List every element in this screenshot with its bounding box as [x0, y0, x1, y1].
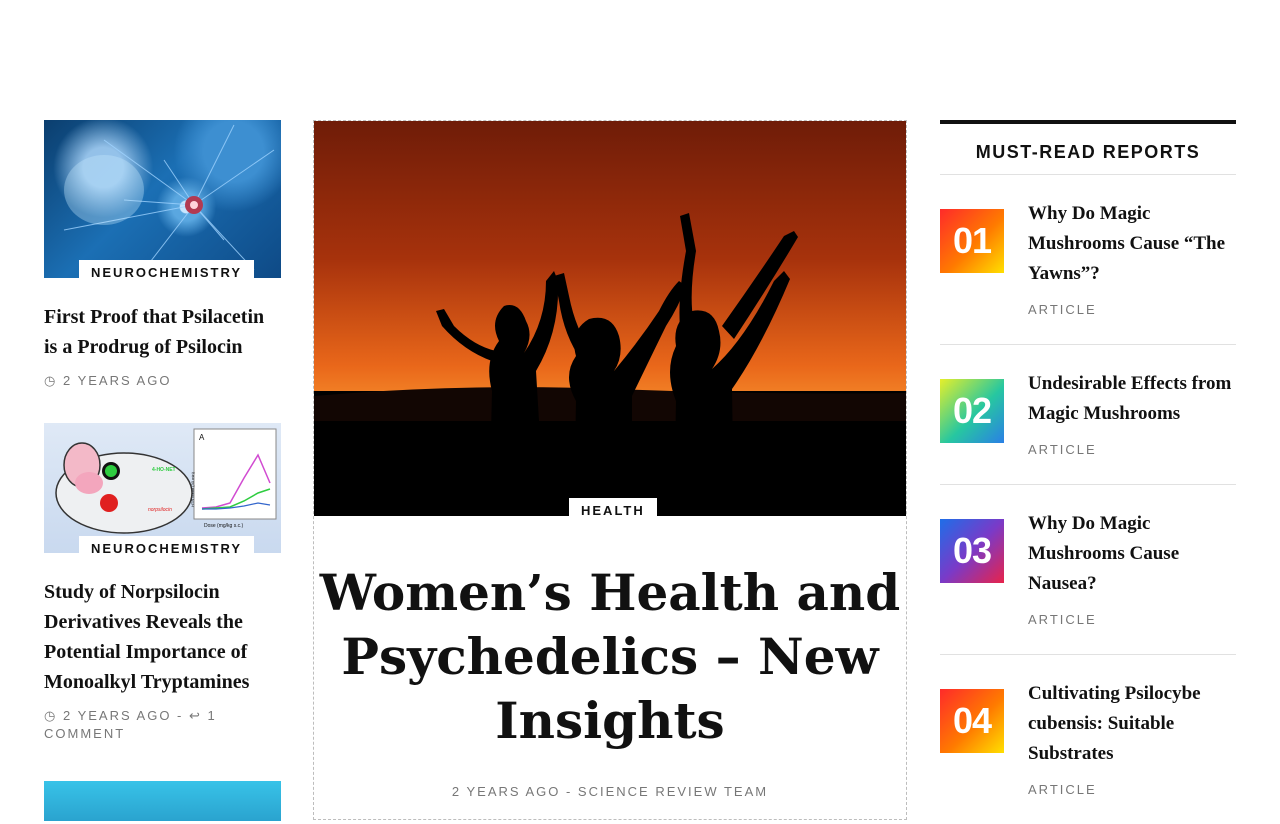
report-title[interactable]: Why Do Magic Mushrooms Cause Nausea? — [1028, 509, 1236, 599]
left-column: NEUROCHEMISTRY First Proof that Psilacet… — [44, 120, 281, 821]
figure-norpsilocin-label: norpsilocin — [148, 507, 172, 513]
report-number: 03 — [940, 519, 1004, 583]
report-title[interactable]: Why Do Magic Mushrooms Cause “The Yawns”… — [1028, 199, 1236, 289]
featured-title[interactable]: Women’s Health and Psychedelics – New In… — [314, 561, 906, 753]
report-item: 03 Why Do Magic Mushrooms Cause Nausea? … — [940, 485, 1236, 655]
report-title[interactable]: Cultivating Psilocybe cubensis: Suitable… — [1028, 679, 1236, 769]
report-item: 02 Undesirable Effects from Magic Mushro… — [940, 345, 1236, 485]
featured-post: HEALTH Women’s Health and Psychedelics –… — [313, 120, 907, 820]
figure-panel-label: A — [199, 433, 205, 442]
post-thumbnail-neuron[interactable] — [44, 120, 281, 278]
sidebar-heading: MUST-READ REPORTS — [940, 120, 1236, 175]
post-thumbnail[interactable] — [44, 781, 281, 821]
report-item: 04 Cultivating Psilocybe cubensis: Suita… — [940, 655, 1236, 824]
silhouette-illustration — [314, 213, 906, 516]
meta-separator: - — [171, 708, 189, 723]
figure-x-label: Dose (mg/kg s.c.) — [204, 523, 244, 529]
category-badge[interactable]: HEALTH — [569, 498, 657, 522]
must-read-sidebar: MUST-READ REPORTS 01 Why Do Magic Mushro… — [940, 120, 1236, 824]
reply-icon: ↩ — [189, 708, 202, 723]
report-title[interactable]: Undesirable Effects from Magic Mushrooms — [1028, 369, 1236, 429]
report-number: 02 — [940, 379, 1004, 443]
clock-icon: ◷ — [44, 708, 58, 723]
report-tag[interactable]: ARTICLE — [1028, 442, 1097, 457]
report-tag[interactable]: ARTICLE — [1028, 782, 1097, 797]
post-meta: ◷ 2 YEARS AGO — [44, 372, 281, 390]
report-tag[interactable]: ARTICLE — [1028, 302, 1097, 317]
author-link[interactable]: SCIENCE REVIEW TEAM — [578, 784, 768, 799]
post-card: A Dose (mg/kg s.c.) HTR count (30 min) 4… — [44, 423, 281, 743]
clock-icon: ◷ — [44, 373, 58, 388]
post-time: 2 YEARS AGO — [62, 373, 172, 388]
post-time: 2 YEARS AGO — [451, 784, 561, 799]
report-item: 01 Why Do Magic Mushrooms Cause “The Yaw… — [940, 175, 1236, 345]
report-number: 01 — [940, 209, 1004, 273]
post-thumbnail-norpsilocin[interactable]: A Dose (mg/kg s.c.) HTR count (30 min) 4… — [44, 423, 281, 553]
report-number: 04 — [940, 689, 1004, 753]
norpsilocin-figure: A Dose (mg/kg s.c.) HTR count (30 min) 4… — [55, 428, 277, 534]
post-meta: ◷ 2 YEARS AGO - ↩ 1 COMMENT — [44, 707, 281, 743]
figure-ho-net-label: 4-HO-NET — [152, 467, 176, 473]
category-badge[interactable]: NEUROCHEMISTRY — [79, 536, 255, 560]
post-card: NEUROCHEMISTRY First Proof that Psilacet… — [44, 120, 281, 390]
post-title[interactable]: Study of Norpsilocin Derivatives Reveals… — [44, 577, 281, 697]
post-title[interactable]: First Proof that Psilacetin is a Prodrug… — [44, 302, 281, 362]
figure-y-label: HTR count (30 min) — [190, 471, 195, 507]
report-tag[interactable]: ARTICLE — [1028, 612, 1097, 627]
featured-image[interactable] — [314, 121, 906, 516]
category-badge[interactable]: NEUROCHEMISTRY — [79, 260, 255, 284]
neuron-illustration — [63, 124, 275, 271]
meta-separator: - — [560, 784, 578, 799]
post-time: 2 YEARS AGO — [62, 708, 172, 723]
featured-meta: 2 YEARS AGO - SCIENCE REVIEW TEAM — [314, 784, 906, 799]
post-card — [44, 781, 281, 821]
